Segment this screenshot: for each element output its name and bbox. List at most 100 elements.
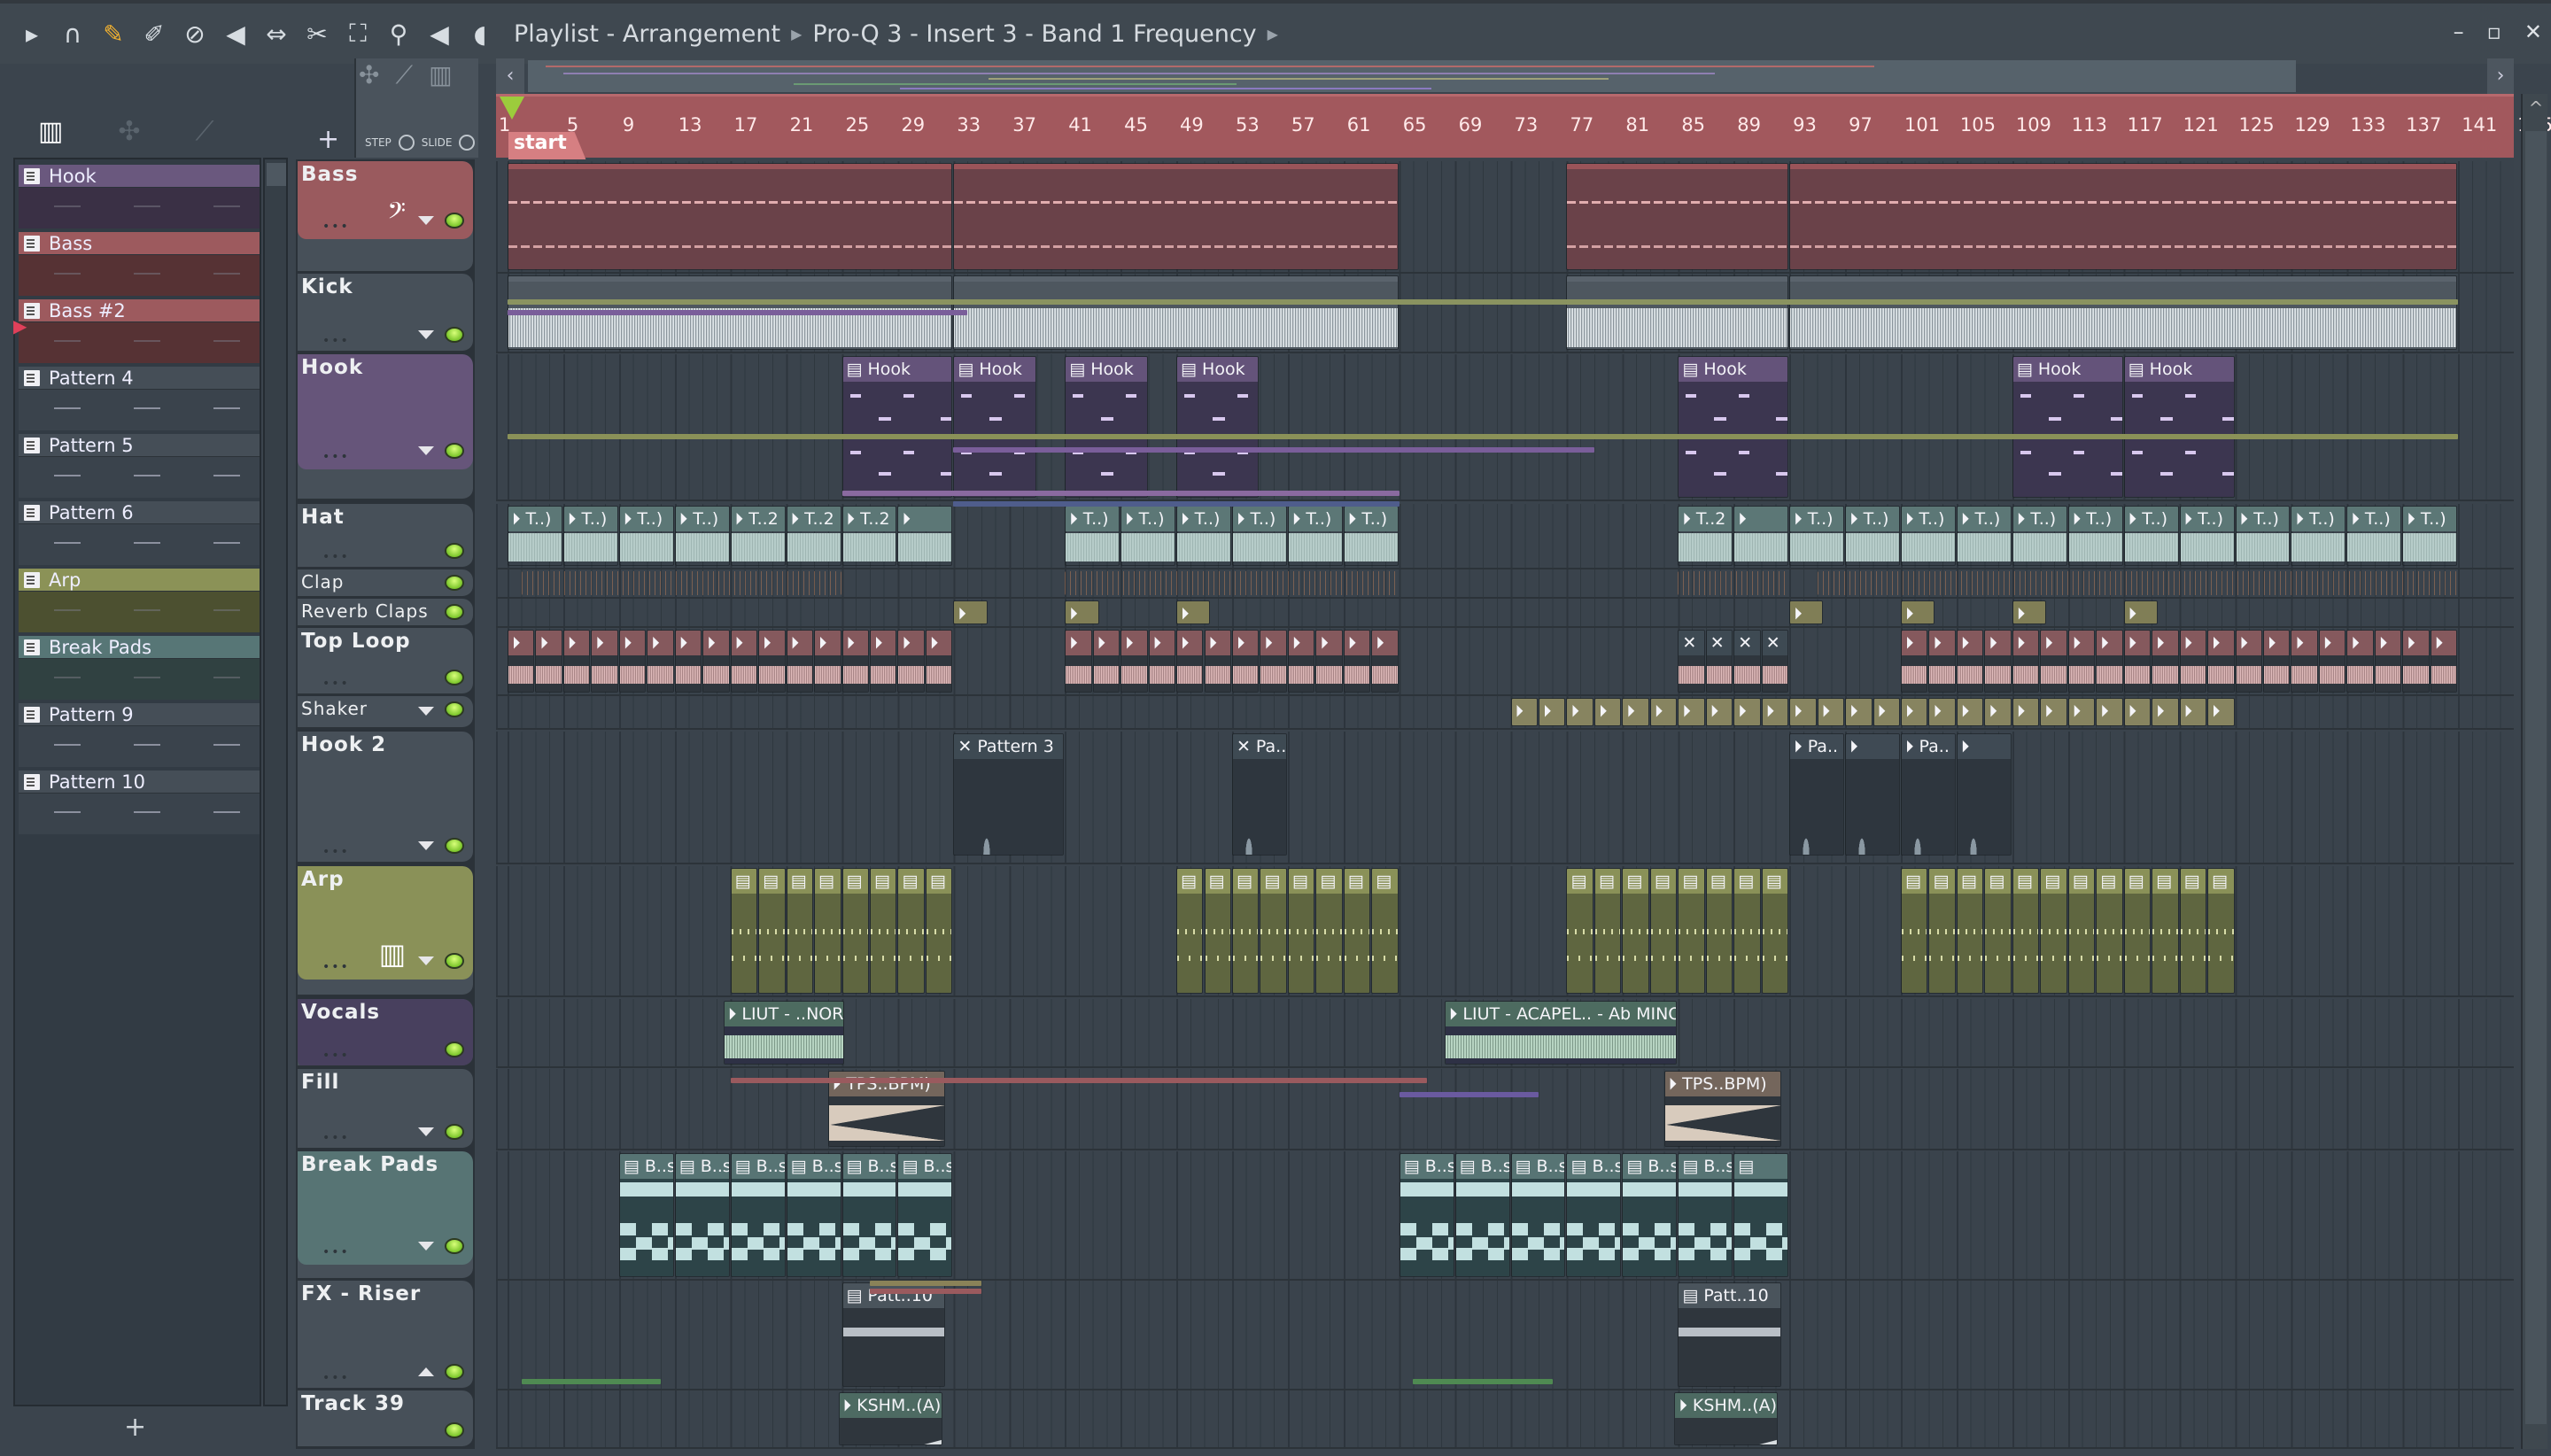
clip[interactable]: ⏵ xyxy=(1539,698,1566,726)
track-options-icon[interactable]: ••• xyxy=(322,450,350,464)
clip[interactable]: ⏵ xyxy=(562,630,591,693)
clip[interactable]: ▤ B..s xyxy=(897,1153,953,1277)
pattern-item[interactable]: Pattern 5 xyxy=(19,434,260,498)
track-name[interactable]: Vocals xyxy=(301,1001,380,1024)
clip[interactable]: ▤ B..s xyxy=(618,1153,674,1277)
clip[interactable]: ▤ xyxy=(1678,868,1705,994)
scroll-left-button[interactable]: ‹ xyxy=(496,58,524,94)
track-enable-led[interactable] xyxy=(445,327,464,343)
track-name[interactable]: Clap xyxy=(301,571,344,592)
clip[interactable]: ⏵ xyxy=(841,630,869,693)
automation-icon[interactable]: ⟋ xyxy=(196,116,214,147)
clip[interactable]: ⏵ xyxy=(2291,630,2318,693)
clip[interactable]: ⏵ xyxy=(2207,698,2235,726)
clip[interactable]: ⏵ xyxy=(1705,698,1733,726)
clip[interactable]: ⏵ xyxy=(2152,698,2179,726)
track-enable-led[interactable] xyxy=(445,1124,464,1140)
play-arrow-icon[interactable]: ▸ xyxy=(18,19,46,49)
automation-clip-icon[interactable]: ⟋ xyxy=(395,60,413,90)
automation-clip[interactable] xyxy=(508,310,968,315)
clip[interactable]: ▤ B..s xyxy=(1622,1153,1678,1277)
track-header[interactable]: Hat ••• xyxy=(298,504,473,568)
clip[interactable]: ⏵ xyxy=(2374,630,2402,693)
pattern-item[interactable]: Bass xyxy=(19,232,260,296)
track-enable-led[interactable] xyxy=(445,213,464,228)
clip[interactable] xyxy=(1789,163,2458,270)
clip[interactable]: ▤ xyxy=(1705,868,1733,994)
automation-clip[interactable] xyxy=(508,299,2459,305)
clip[interactable]: ▤ B..s xyxy=(1678,1153,1733,1277)
clip[interactable]: ▤ xyxy=(1733,1153,1789,1277)
scroll-thumb[interactable] xyxy=(2525,131,2547,1424)
track-header[interactable]: Break Pads ••• xyxy=(298,1151,473,1279)
clip[interactable]: ⏵ xyxy=(2040,698,2067,726)
scroll-up-icon[interactable]: ^ xyxy=(2523,97,2549,119)
clip[interactable]: ⏵ xyxy=(1566,698,1593,726)
automation-clip[interactable] xyxy=(521,1379,662,1384)
clip[interactable]: ⏵ xyxy=(1733,506,1789,566)
clip[interactable]: ▤ xyxy=(1928,868,1956,994)
clip[interactable]: ▤ B..s xyxy=(730,1153,786,1277)
track-enable-led[interactable] xyxy=(445,838,464,854)
clip[interactable]: ⏵ xyxy=(730,630,758,693)
clip[interactable]: ⏵ LIUT - ACAPEL.. - Ab MINOR xyxy=(1444,1001,1678,1065)
clip[interactable]: ⏵ xyxy=(2207,630,2235,693)
clip[interactable]: ▤ Hook xyxy=(841,356,953,498)
clip[interactable]: ⏵ xyxy=(786,630,814,693)
clip[interactable]: ▤ xyxy=(1204,868,1231,994)
start-marker[interactable]: start xyxy=(508,132,586,160)
clip[interactable]: ▤ Patt..10 xyxy=(841,1282,946,1387)
clip[interactable]: ⏵ xyxy=(953,600,988,624)
track-lane[interactable]: ✕ Pattern 3 ✕ Pa.. ⏵ Pa.. ⏵ ⏵ Pa.. ⏵ xyxy=(496,732,2514,864)
track-lane[interactable]: ⏵ ⏵ ⏵ ⏵ ⏵ ⏵ ⏵ ⏵ ⏵ ⏵ ⏵ ⏵ ⏵ ⏵ ⏵ ⏵ ⏵ ⏵ ⏵ ⏵ … xyxy=(496,696,2514,730)
clip[interactable]: ⏵ T..) xyxy=(2346,506,2402,566)
clip[interactable]: ⏵ xyxy=(2067,630,2096,693)
clip[interactable]: ⏵ xyxy=(2096,698,2123,726)
clip[interactable]: ⏵ xyxy=(1789,600,1824,624)
automation-clip[interactable] xyxy=(1413,1379,1553,1384)
clip[interactable]: ▤ xyxy=(2067,868,2096,994)
track-header[interactable]: Fill ••• xyxy=(298,1069,473,1149)
track-lane[interactable]: ⏵ KSHM..(A) ⏵ KSHM..(A) xyxy=(496,1390,2514,1449)
pattern-item[interactable]: Bass #2 ▶ xyxy=(13,299,260,363)
clip[interactable]: ⏵ xyxy=(1204,630,1231,693)
ghost-clip[interactable] xyxy=(1817,571,2458,595)
step-radio[interactable] xyxy=(398,135,415,151)
clip[interactable]: ▤ xyxy=(1260,868,1287,994)
clip[interactable]: ⏵ xyxy=(2402,630,2430,693)
clip[interactable]: ⏵ xyxy=(1176,600,1211,624)
clip[interactable]: ▤ B..s xyxy=(1566,1153,1622,1277)
clip[interactable]: ▤ xyxy=(1287,868,1315,994)
clip[interactable]: ✕ xyxy=(1733,630,1761,693)
clip[interactable]: ▤ xyxy=(2207,868,2235,994)
clip[interactable]: ⏵ xyxy=(591,630,618,693)
clip[interactable]: ⏵ xyxy=(2067,698,2096,726)
clip[interactable]: ▤ B..s xyxy=(1510,1153,1566,1277)
track-name[interactable]: Hat xyxy=(301,506,345,529)
track-enable-led[interactable] xyxy=(445,543,464,559)
track-enable-led[interactable] xyxy=(445,953,464,969)
track-header[interactable]: Clap xyxy=(298,569,473,597)
breadcrumb-focus[interactable]: Pro-Q 3 - Insert 3 - Band 1 Frequency xyxy=(812,20,1256,48)
clip[interactable]: ⏵ TPS..BPM) xyxy=(1663,1071,1782,1147)
pencil-icon[interactable]: ✎ xyxy=(99,19,128,49)
clip[interactable]: ⏵ xyxy=(2262,630,2291,693)
ghost-clip[interactable] xyxy=(1678,571,1789,595)
automation-clip[interactable] xyxy=(869,1281,981,1286)
clip[interactable]: ⏵ xyxy=(814,630,841,693)
clip[interactable]: ▤ xyxy=(1566,868,1593,994)
clip[interactable]: ⏵ xyxy=(2430,630,2458,693)
clip[interactable]: ▤ xyxy=(1984,868,2012,994)
track-lane[interactable] xyxy=(496,161,2514,274)
scroll-thumb[interactable] xyxy=(267,163,286,186)
clip[interactable]: ▤ Hook xyxy=(1065,356,1148,498)
clip[interactable]: ⏵ xyxy=(1873,698,1900,726)
clip[interactable]: ⏵ xyxy=(2096,630,2123,693)
clip[interactable]: ⏵ xyxy=(1761,698,1789,726)
clip[interactable]: ⏵ xyxy=(1901,630,1928,693)
clip[interactable]: ⏵ xyxy=(1371,630,1399,693)
clip[interactable]: ⏵ Pa.. xyxy=(1901,733,1956,856)
track-enable-led[interactable] xyxy=(445,670,464,685)
clip[interactable]: ⏵ xyxy=(1176,630,1204,693)
dropdown-arrow-icon[interactable] xyxy=(418,1127,434,1136)
